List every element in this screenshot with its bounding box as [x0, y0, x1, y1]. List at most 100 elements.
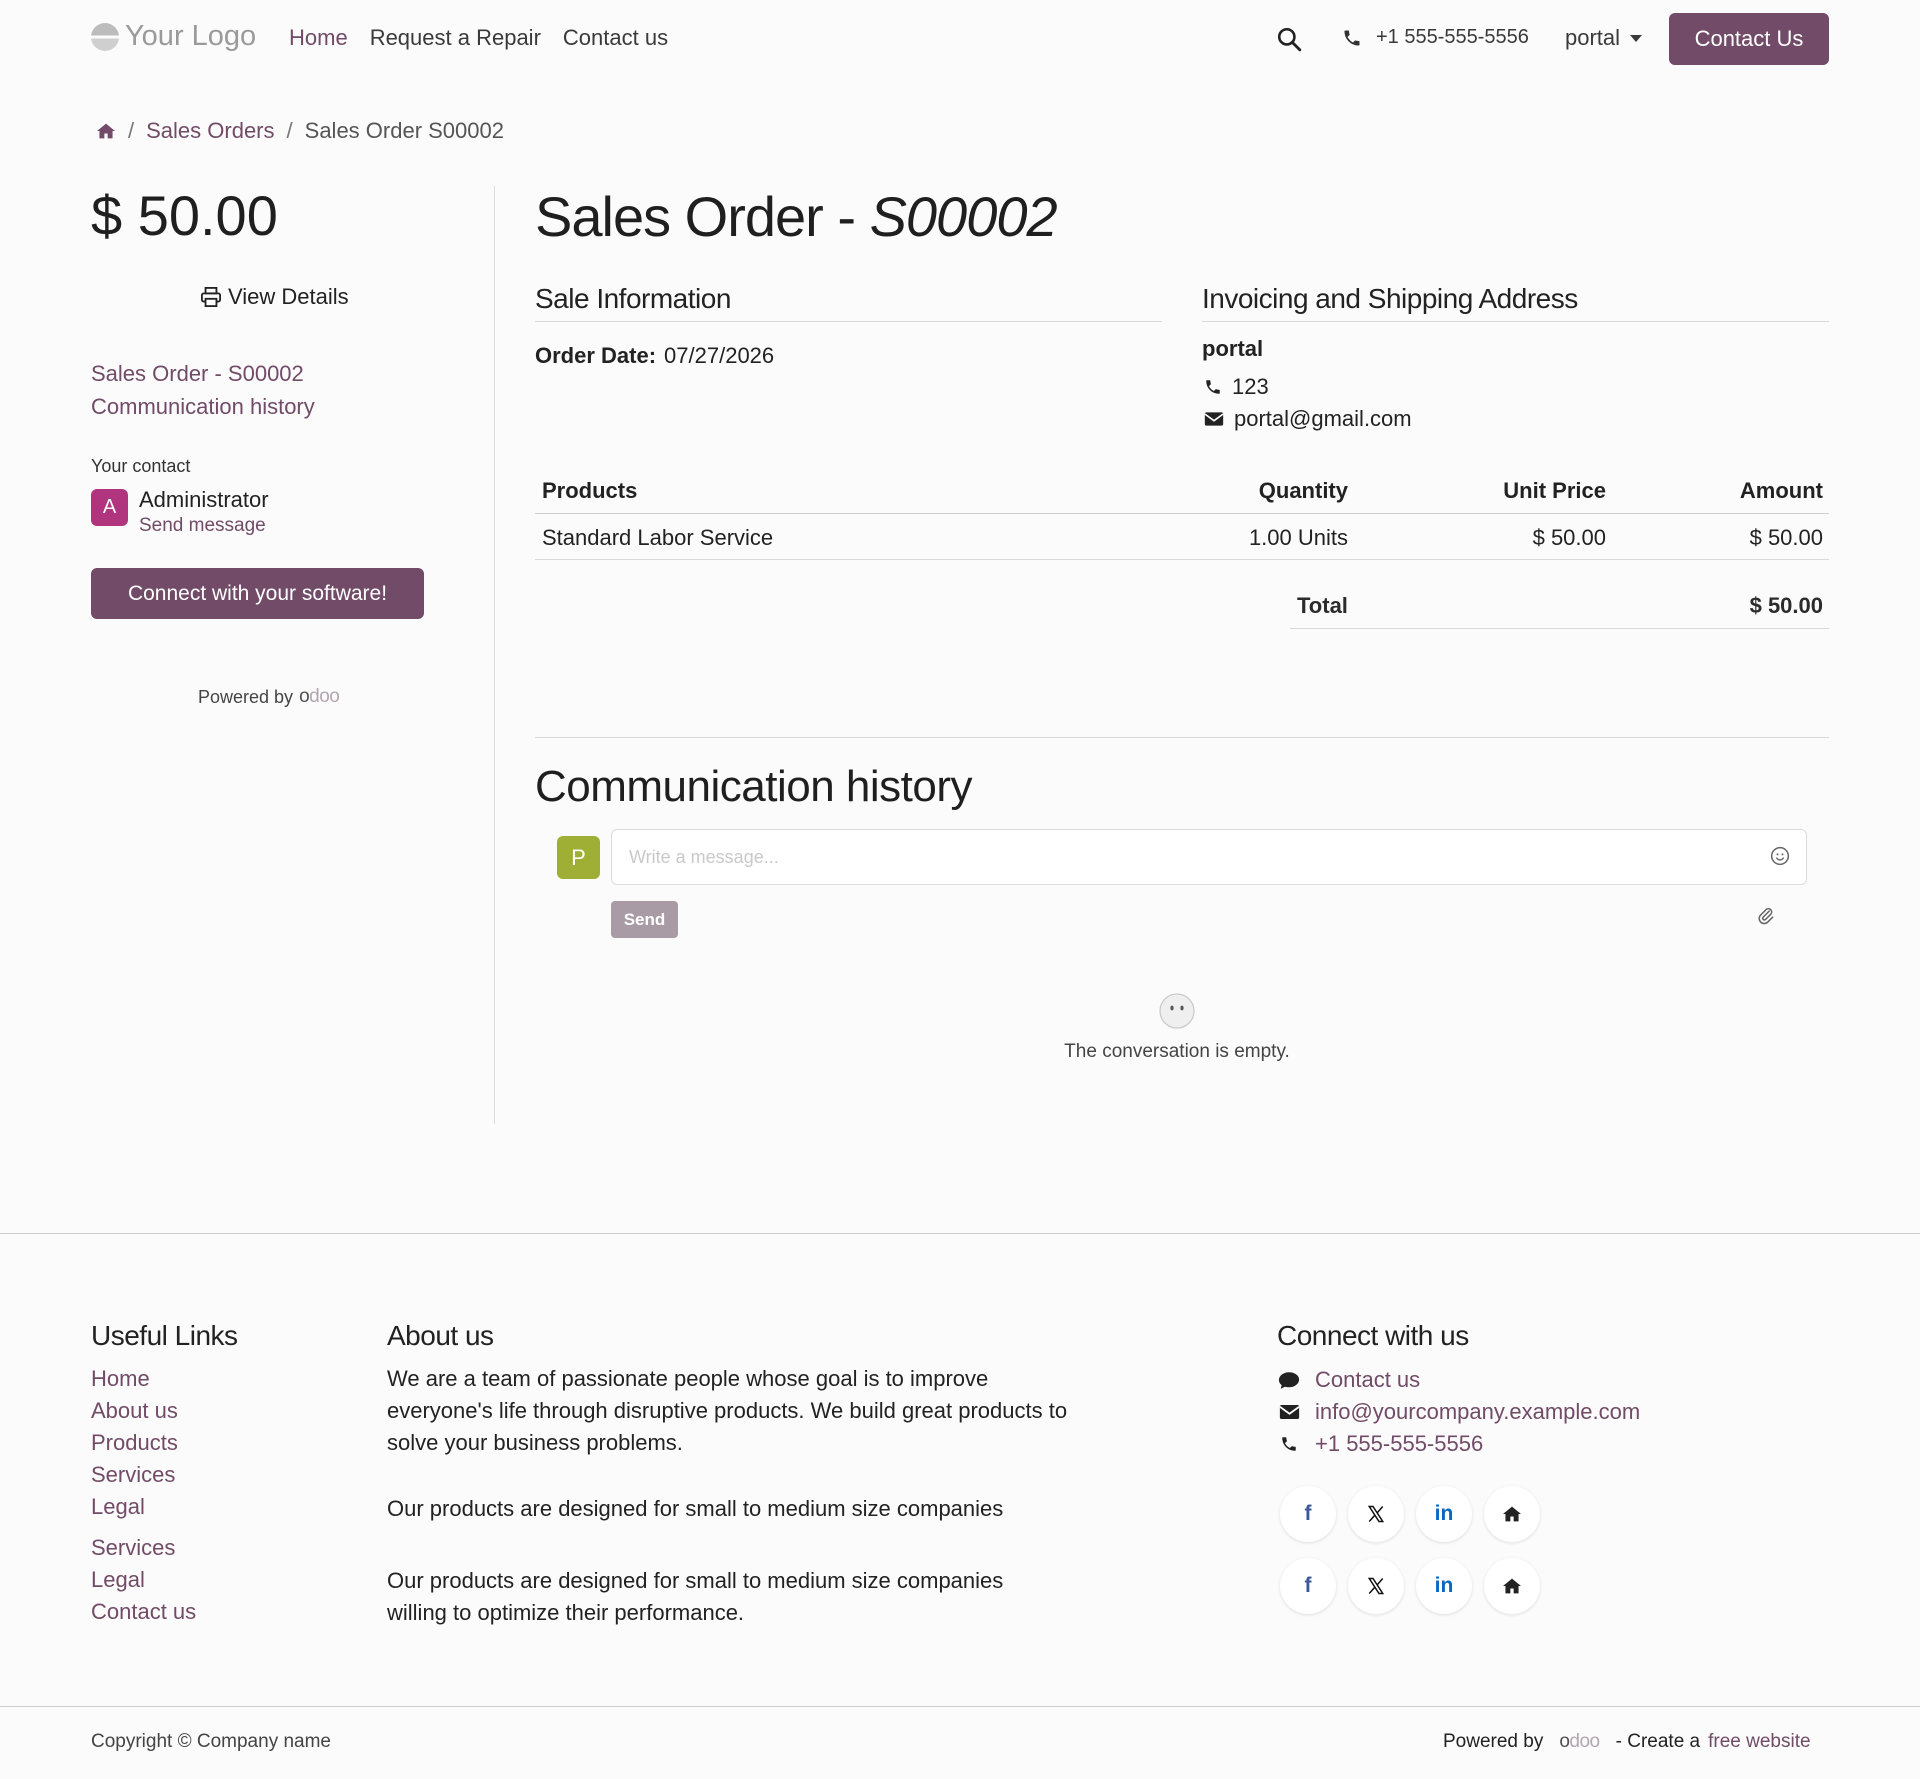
facebook-icon[interactable]: f — [1280, 1558, 1336, 1614]
address-name: portal — [1202, 336, 1264, 361]
create-a-label: - Create a — [1615, 1731, 1701, 1752]
useful-links-heading: Useful Links — [91, 1320, 238, 1351]
cell-unit-price: $ 50.00 — [1532, 525, 1606, 550]
footer-email-row[interactable]: info@yourcompany.example.com — [1277, 1396, 1640, 1428]
envelope-icon — [1278, 1405, 1300, 1419]
about-paragraph: We are a team of passionate people whose… — [387, 1366, 1068, 1455]
order-date: Order Date: 07/27/2026 — [535, 343, 775, 368]
total-label: Total — [1297, 593, 1348, 618]
page-title: Sales Order - S00002 — [535, 185, 1058, 248]
connect-heading: Connect with us — [1277, 1320, 1469, 1351]
social-links: f in — [1280, 1486, 1540, 1542]
linkedin-icon[interactable]: in — [1416, 1558, 1472, 1614]
section-divider — [535, 737, 1829, 738]
odoo-logo[interactable]: odoo — [299, 686, 340, 708]
communication-history-title: Communication history — [535, 762, 973, 811]
odoo-logo[interactable]: odoo — [1559, 1731, 1600, 1753]
powered-by-label: Powered by — [198, 686, 294, 707]
footer-contact-row[interactable]: Contact us — [1277, 1364, 1640, 1396]
envelope-icon — [1204, 412, 1224, 426]
view-details-button[interactable]: View Details — [200, 284, 349, 310]
address-heading: Invoicing and Shipping Address — [1202, 283, 1578, 314]
powered-by-label: Powered by — [1443, 1731, 1544, 1752]
footer-powered-by: Powered by odoo - Create a free website — [1443, 1731, 1811, 1753]
table-header-divider — [535, 513, 1829, 514]
copyright-divider — [0, 1706, 1920, 1707]
nav-home[interactable]: Home — [289, 25, 348, 51]
footer-link-products[interactable]: Products — [91, 1427, 178, 1459]
order-amount: $ 50.00 — [91, 184, 278, 247]
your-contact-label: Your contact — [91, 456, 191, 476]
footer-contact-link[interactable]: Contact us — [1315, 1364, 1420, 1396]
col-header-unit-price: Unit Price — [1503, 478, 1606, 503]
footer-link-services[interactable]: Services — [91, 1459, 178, 1491]
total-value: $ 50.00 — [1749, 593, 1823, 618]
address-email: portal@gmail.com — [1204, 406, 1412, 432]
empty-conversation-text: The conversation is empty. — [1064, 1041, 1290, 1062]
table-row-divider — [535, 559, 1829, 560]
send-message-link[interactable]: Send message — [139, 515, 266, 537]
main-nav: Home Request a Repair Contact us — [289, 25, 668, 51]
phone-icon — [1344, 30, 1360, 45]
send-button[interactable]: Send — [611, 901, 678, 938]
useful-links-list-extra: Services Legal Contact us — [91, 1532, 196, 1628]
connect-software-button[interactable]: Connect with your software! — [91, 568, 424, 619]
divider — [535, 321, 1162, 322]
footer-link-contact[interactable]: Contact us — [91, 1596, 196, 1628]
user-menu[interactable]: portal — [1565, 25, 1643, 51]
footer-link-home[interactable]: Home — [91, 1363, 178, 1395]
breadcrumb-sales-orders[interactable]: Sales Orders — [146, 118, 274, 144]
breadcrumb: / Sales Orders / Sales Order S00002 — [96, 118, 504, 144]
facebook-icon[interactable]: f — [1280, 1486, 1336, 1542]
sidebar-nav: Sales Order - S00002 Communication histo… — [91, 357, 315, 423]
nav-contact[interactable]: Contact us — [563, 25, 668, 51]
copyright-text: Copyright © Company name — [91, 1731, 331, 1752]
paperclip-icon[interactable] — [1756, 905, 1776, 927]
footer-contact-list: Contact us info@yourcompany.example.com … — [1277, 1364, 1640, 1460]
user-name: portal — [1565, 25, 1621, 50]
sidebar-divider — [494, 186, 495, 1124]
home-icon[interactable] — [1484, 1558, 1540, 1614]
sale-information-heading: Sale Information — [535, 283, 731, 314]
col-header-products: Products — [542, 478, 638, 503]
avatar: A — [91, 489, 128, 526]
home-icon[interactable] — [1484, 1486, 1540, 1542]
x-twitter-icon[interactable] — [1348, 1486, 1404, 1542]
contact-us-button[interactable]: Contact Us — [1669, 13, 1829, 65]
search-icon[interactable] — [1276, 26, 1302, 52]
emoji-icon[interactable] — [1770, 846, 1790, 866]
view-details-label: View Details — [228, 284, 349, 309]
footer-link-about[interactable]: About us — [91, 1395, 178, 1427]
logo-icon — [91, 22, 119, 51]
address-phone: 123 — [1204, 374, 1269, 400]
footer-link-services[interactable]: Services — [91, 1532, 196, 1564]
footer-link-legal[interactable]: Legal — [91, 1564, 196, 1596]
phone-icon — [1206, 380, 1220, 394]
linkedin-icon[interactable]: in — [1416, 1486, 1472, 1542]
chevron-down-icon — [1630, 34, 1643, 42]
sidebar-link-communication[interactable]: Communication history — [91, 390, 315, 423]
avatar: P — [557, 836, 600, 879]
empty-face-icon — [1159, 993, 1195, 1029]
header-phone[interactable]: +1 555-555-5556 — [1342, 26, 1529, 49]
cell-amount: $ 50.00 — [1749, 525, 1823, 550]
nav-request-repair[interactable]: Request a Repair — [370, 25, 541, 51]
total-divider — [1290, 628, 1829, 629]
footer-link-legal[interactable]: Legal — [91, 1491, 178, 1523]
footer-phone-row[interactable]: +1 555-555-5556 — [1277, 1428, 1640, 1460]
site-logo[interactable]: Your Logo — [91, 20, 256, 53]
chat-icon — [1278, 1371, 1300, 1389]
sidebar-link-sales-order[interactable]: Sales Order - S00002 — [91, 357, 315, 390]
powered-by: Powered by odoo — [198, 686, 340, 708]
home-icon[interactable] — [96, 122, 116, 140]
print-icon — [201, 287, 221, 307]
site-header: Your Logo Home Request a Repair Contact … — [0, 0, 1920, 78]
social-links: f in — [1280, 1558, 1540, 1614]
free-website-link[interactable]: free website — [1708, 1731, 1810, 1753]
cell-quantity: 1.00 Units — [1248, 525, 1348, 550]
logo-text: Your Logo — [125, 20, 257, 52]
footer-phone-link[interactable]: +1 555-555-5556 — [1315, 1428, 1483, 1460]
footer-email-link[interactable]: info@yourcompany.example.com — [1315, 1396, 1640, 1428]
x-twitter-icon[interactable] — [1348, 1558, 1404, 1614]
message-input[interactable] — [611, 829, 1807, 885]
